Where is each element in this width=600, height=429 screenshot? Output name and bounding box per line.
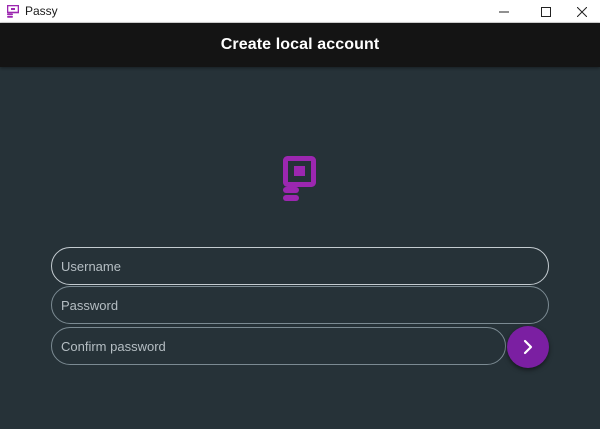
window-titlebar: Passy xyxy=(0,0,600,23)
maximize-icon xyxy=(541,6,551,17)
password-placeholder: Password xyxy=(61,297,119,313)
maximize-button[interactable] xyxy=(528,0,564,23)
window-title: Passy xyxy=(25,4,58,18)
page-title: Create local account xyxy=(220,36,380,53)
minimize-icon xyxy=(499,11,509,12)
close-button[interactable] xyxy=(564,0,600,23)
chevron-right-icon xyxy=(523,339,533,355)
minimize-button[interactable] xyxy=(486,0,522,23)
password-field[interactable]: Password xyxy=(51,286,549,324)
confirm-password-field[interactable]: Confirm password xyxy=(51,327,506,365)
app-bar: Create local account xyxy=(0,23,600,67)
confirm-password-placeholder: Confirm password xyxy=(61,338,166,354)
close-icon xyxy=(577,6,587,17)
submit-button[interactable] xyxy=(507,326,549,368)
passy-app-icon xyxy=(7,5,19,18)
passy-logo-icon xyxy=(283,156,316,201)
username-field[interactable]: Username xyxy=(51,247,549,285)
username-placeholder: Username xyxy=(61,258,121,274)
